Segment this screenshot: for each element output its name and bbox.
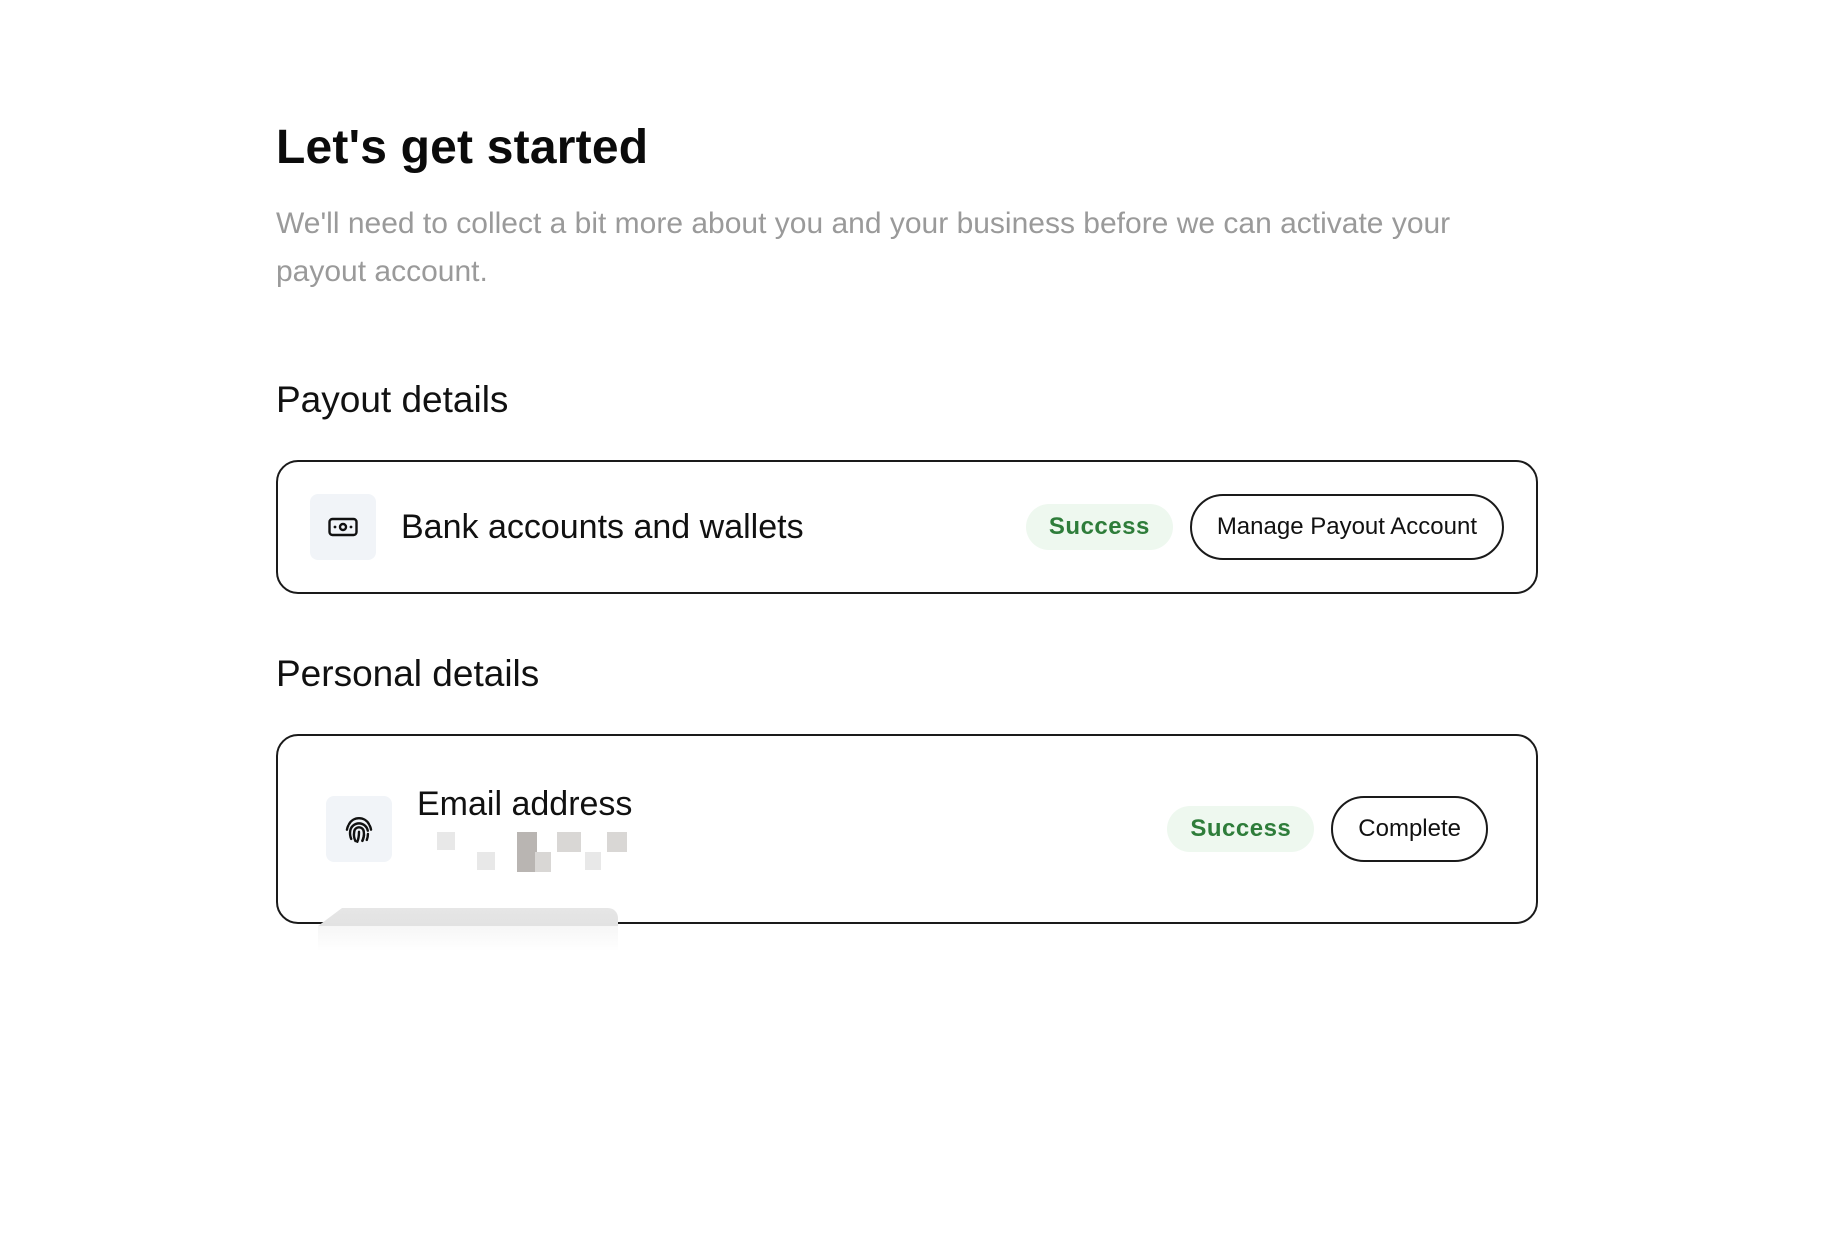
page: Let's get started We'll need to collect … <box>0 0 1822 1244</box>
section-title-personal: Personal details <box>276 653 540 694</box>
payout-card-text: Bank accounts and wallets <box>401 507 1026 547</box>
personal-card-label: Email address <box>417 785 633 823</box>
status-badge: Success <box>1167 806 1315 852</box>
redacted-email-value <box>417 830 627 874</box>
status-badge: Success <box>1025 504 1173 550</box>
fingerprint-icon <box>326 796 392 862</box>
banknote-icon <box>310 494 376 560</box>
toast-shadow <box>318 926 618 952</box>
page-subtitle: We'll need to collect a bit more about y… <box>276 207 1451 288</box>
toast-edge <box>318 908 618 926</box>
main-content: Let's get started We'll need to collect … <box>276 120 1538 952</box>
personal-card-text: Email address <box>417 784 1167 874</box>
page-title: Let's get started <box>276 121 649 174</box>
manage-payout-account-button[interactable]: Manage Payout Account <box>1189 494 1504 560</box>
payout-card-label: Bank accounts and wallets <box>401 508 804 546</box>
section-title-payout: Payout details <box>276 379 509 420</box>
personal-card: Email address Success Complete <box>276 734 1538 952</box>
payout-card: Bank accounts and wallets Success Manage… <box>276 460 1538 594</box>
complete-button[interactable]: Complete <box>1331 796 1488 862</box>
